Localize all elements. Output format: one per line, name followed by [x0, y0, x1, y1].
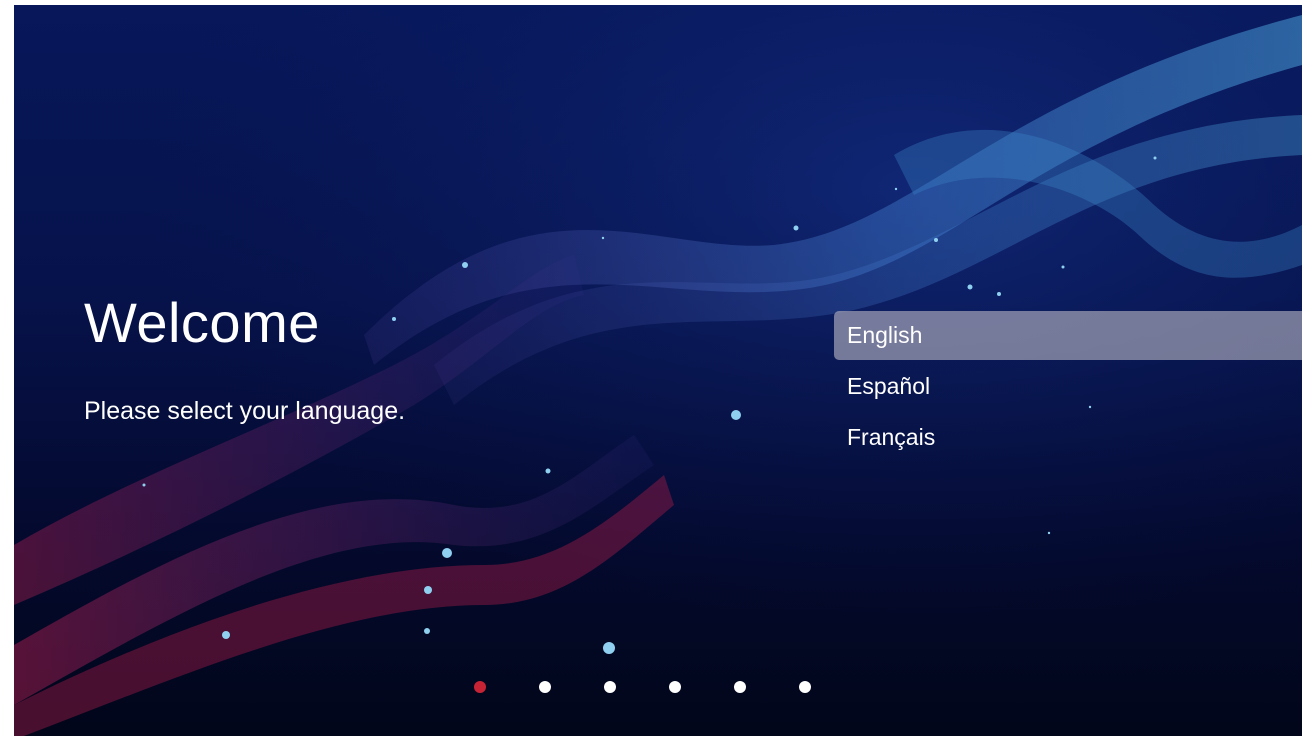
step-dot	[799, 681, 811, 693]
step-dot	[734, 681, 746, 693]
language-option-english[interactable]: English	[834, 311, 1302, 360]
language-list: English Español Français	[834, 311, 1302, 464]
language-option-francais[interactable]: Français	[834, 413, 1302, 462]
welcome-subtitle: Please select your language.	[84, 397, 406, 425]
welcome-screen: Welcome Please select your language. Eng…	[14, 5, 1302, 736]
language-option-espanol[interactable]: Español	[834, 362, 1302, 411]
step-dot	[539, 681, 551, 693]
step-dot	[604, 681, 616, 693]
step-dot	[669, 681, 681, 693]
step-indicator	[474, 680, 864, 694]
step-dot	[474, 681, 486, 693]
welcome-title: Welcome	[84, 291, 320, 354]
